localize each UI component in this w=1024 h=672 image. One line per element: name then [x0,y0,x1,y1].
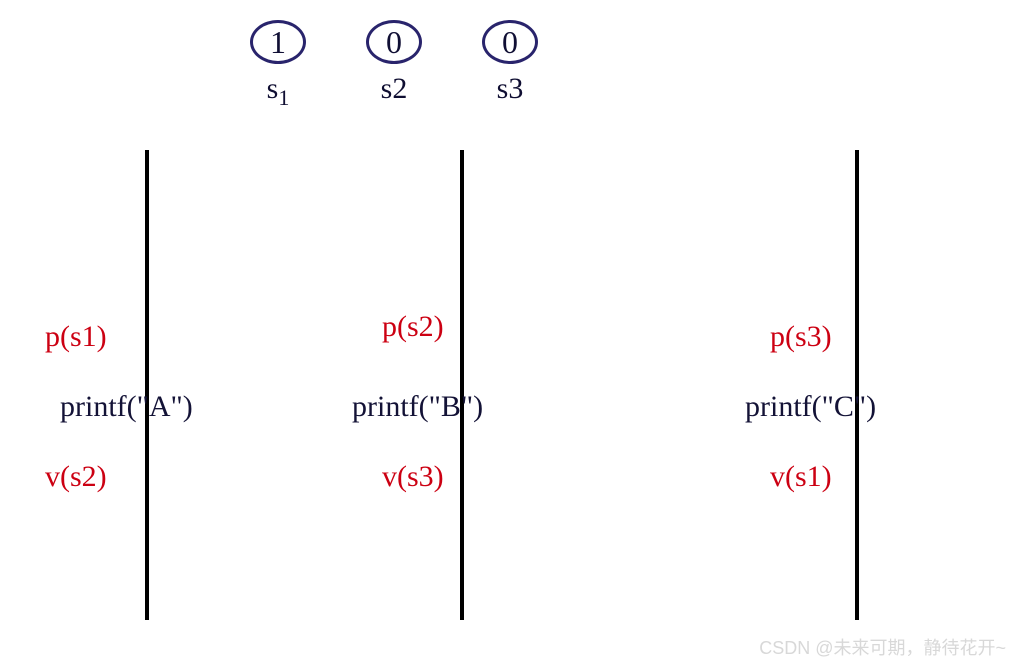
p-operation-1: p(s1) [45,320,107,354]
printf-3: printf("C") [745,390,876,424]
semaphore-row: 1 s1 0 s2 0 s3 [250,20,538,111]
semaphore-circle: 0 [482,20,538,64]
process-line-2 [460,150,464,620]
v-operation-1: v(s2) [45,460,107,494]
v-operation-2: v(s3) [382,460,444,494]
semaphore-label: s2 [381,72,408,106]
printf-1: printf("A") [60,390,193,424]
p-operation-2: p(s2) [382,310,444,344]
printf-2: printf("B") [352,390,483,424]
process-line-3 [855,150,859,620]
semaphore-circle: 1 [250,20,306,64]
semaphore-s3: 0 s3 [482,20,538,111]
semaphore-label: s3 [497,72,524,106]
semaphore-circle: 0 [366,20,422,64]
semaphore-s2: 0 s2 [366,20,422,111]
semaphore-value: 0 [502,24,518,61]
p-operation-3: p(s3) [770,320,832,354]
process-line-1 [145,150,149,620]
semaphore-s1: 1 s1 [250,20,306,111]
semaphore-value: 1 [270,24,286,61]
v-operation-3: v(s1) [770,460,832,494]
watermark: CSDN @未来可期，静待花开~ [759,634,1006,660]
semaphore-label: s1 [267,72,290,111]
semaphore-value: 0 [386,24,402,61]
